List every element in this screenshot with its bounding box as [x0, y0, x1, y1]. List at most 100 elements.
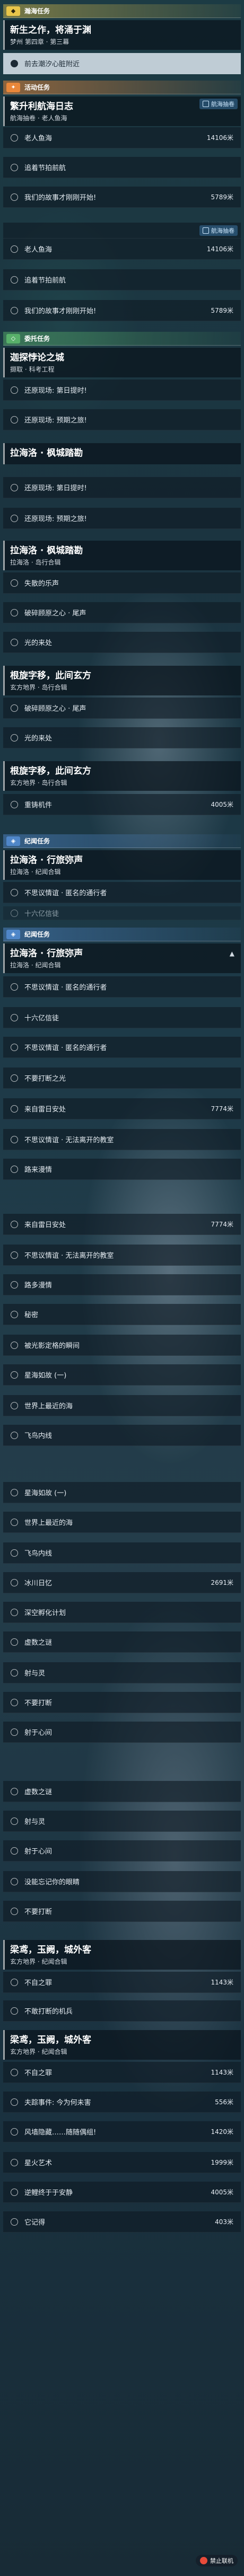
quest-header[interactable]: 拉海洛 · 枫城踏勘 拉海洛 · 岛行合辑: [3, 541, 241, 570]
quest-step-row[interactable]: 冰川日忆 2691米: [3, 1572, 241, 1593]
quest-step-row[interactable]: 不敢打断的机兵: [3, 2000, 241, 2022]
quest-step-row[interactable]: 星火艺术 1999米: [3, 2152, 241, 2173]
quest-step-row[interactable]: 失散的乐声: [3, 572, 241, 594]
quest-step-row[interactable]: 虚数之谜: [3, 1631, 241, 1653]
quest-step-row[interactable]: 不自之罪 1143米: [3, 2062, 241, 2083]
quest-step-row[interactable]: 不思议情谊 · 匿名的通行者: [3, 1037, 241, 1058]
quest-title: 拉海洛 · 枫城踏勘: [10, 545, 83, 556]
quest-step-row[interactable]: 追着节拍前航: [3, 269, 241, 290]
quest-step-row[interactable]: 逆鲤终于于安静 4005米: [3, 2182, 241, 2203]
step-marker-icon: [11, 888, 18, 896]
step-marker-icon: [11, 1165, 18, 1173]
quest-step-row[interactable]: 老人鱼海 14106米: [3, 127, 241, 148]
quest-step-row[interactable]: 来自雷日安处 7774米: [3, 1098, 241, 1119]
quest-step-row[interactable]: 射与灵: [3, 1811, 241, 1832]
quest-title: 梁鸢，玉阙，城外客: [10, 2035, 91, 2045]
quest-step-row[interactable]: 还原现场: 预期之旅!: [3, 409, 241, 430]
quest-step-row[interactable]: 前去潮汐心脏附近: [3, 53, 241, 74]
quest-step-row[interactable]: 虚数之谜: [3, 1781, 241, 1802]
multiplayer-disabled-badge: 禁止联机: [196, 2555, 238, 2566]
quest-step-row[interactable]: 秘密: [3, 1304, 241, 1325]
quest-step-row[interactable]: 十六亿信徒: [3, 906, 241, 920]
category-bar-commission[interactable]: ◇ 委托任务: [3, 332, 241, 346]
quest-header[interactable]: 迦探悖论之城 撷取 · 科考工程: [3, 348, 241, 377]
quest-step-row[interactable]: 路来漫情: [3, 1159, 241, 1180]
step-marker-icon: [11, 1135, 18, 1143]
quest-step-row[interactable]: 来自雷日安处 7774米: [3, 1214, 241, 1235]
quest-step-row[interactable]: 不要打断之光: [3, 1068, 241, 1089]
quest-step-row[interactable]: 光的来处: [3, 727, 241, 748]
distance-label: 5789米: [211, 307, 233, 314]
step-marker-icon: [11, 1549, 18, 1557]
quest-step-row[interactable]: 星海如故 (一): [3, 1364, 241, 1386]
track-button[interactable]: 航海抽卷: [199, 99, 238, 109]
quest-step-row[interactable]: 航海抽卷: [3, 223, 241, 239]
no-multiplayer-icon: [200, 2557, 207, 2564]
step-marker-icon: [11, 514, 18, 522]
quest-step-row[interactable]: 追着节拍前航: [3, 157, 241, 178]
category-bar-main[interactable]: ◆ 瀚海任务: [3, 4, 241, 18]
quest-step-row[interactable]: 我们的故事才刚刚开始! 5789米: [3, 300, 241, 321]
distance-label: 1143米: [211, 1979, 233, 1986]
quest-header[interactable]: 根旋字移，此间玄方 玄方地界 · 岛行合辑: [3, 666, 241, 695]
category-bar-event[interactable]: ✦ 活动任务: [3, 81, 241, 94]
quest-step-row[interactable]: 破碎顾原之心 · 尾声: [3, 698, 241, 719]
quest-step-row[interactable]: 没能忘记你的眼睛: [3, 1871, 241, 1892]
quest-step-row[interactable]: 夫踪事件: 今为何未害 556米: [3, 2092, 241, 2113]
step-label: 前去潮汐心脏附近: [24, 60, 80, 68]
quest-step-row[interactable]: 飞鸟内线: [3, 1542, 241, 1564]
step-marker-icon: [11, 1074, 18, 1082]
category-bar-lore[interactable]: ◈ 纪闻任务: [3, 834, 241, 848]
quest-header[interactable]: 梁鸢，玉阙，城外客 玄方地界 · 纪闻合辑: [3, 2030, 241, 2060]
quest-subtitle: 玄方地界 · 纪闻合辑: [10, 2048, 67, 2055]
quest-step-row[interactable]: 风墙隐藏……随随偶组! 1420米: [3, 2121, 241, 2142]
quest-step-row[interactable]: 我们的故事才刚刚开始! 5789米: [3, 187, 241, 208]
quest-header[interactable]: 梁鸢，玉阙，城外客 玄方地界 · 纪闻合辑: [3, 1940, 241, 1970]
quest-step-row[interactable]: 老人鱼海 14106米: [3, 239, 241, 260]
quest-header[interactable]: 繁升利航海日志 航海抽卷 · 老人鱼海 航海抽卷: [3, 96, 241, 126]
category-bar-lore[interactable]: ◈ 纪闻任务: [3, 928, 241, 941]
chevron-up-icon[interactable]: ▲: [230, 950, 234, 957]
quest-step-row[interactable]: 不思议情谊 · 无法离开的教室: [3, 1129, 241, 1150]
quest-header[interactable]: 根旋字移，此间玄方 玄方地界 · 岛行合辑: [3, 761, 241, 791]
quest-step-row[interactable]: 十六亿信徒: [3, 1007, 241, 1028]
step-marker-icon: [11, 734, 18, 742]
quest-step-row[interactable]: 光的来处: [3, 632, 241, 653]
step-marker-icon: [11, 2098, 18, 2106]
quest-step-row[interactable]: 破碎顾原之心 · 尾声: [3, 602, 241, 623]
quest-step-row[interactable]: 深空孵化计划: [3, 1602, 241, 1623]
quest-step-row[interactable]: 世界上最近的海: [3, 1512, 241, 1533]
category-label: 纪闻任务: [24, 931, 50, 938]
quest-title: 拉海洛 · 枫城踏勘: [10, 448, 83, 458]
distance-label: 7774米: [211, 1105, 233, 1113]
quest-step-row[interactable]: 飞鸟内线: [3, 1425, 241, 1446]
quest-header[interactable]: 拉海洛 · 行旅弥声 拉海洛 · 纪闻合辑 ▲: [3, 943, 241, 973]
quest-step-row[interactable]: 世界上最近的海: [3, 1395, 241, 1416]
quest-step-row[interactable]: 重铸机件 4005米: [3, 794, 241, 815]
quest-step-row[interactable]: 它记得 403米: [3, 2211, 241, 2233]
quest-step-row[interactable]: 不要打断: [3, 1692, 241, 1713]
quest-step-row[interactable]: 还原现场: 第日提时!: [3, 380, 241, 401]
quest-step-row[interactable]: 被光影定格的瞬间: [3, 1335, 241, 1356]
quest-title: 拉海洛 · 行旅弥声: [10, 855, 83, 866]
quest-step-row[interactable]: 不思议情谊 · 匿名的通行者: [3, 882, 241, 903]
quest-subtitle: 玄方地界 · 岛行合辑: [10, 779, 67, 787]
quest-step-row[interactable]: 射于心间: [3, 1722, 241, 1743]
quest-header[interactable]: 新生之作，将涌于渊 梦州 第四章 · 第三幕: [3, 20, 241, 50]
quest-step-row[interactable]: 射与灵: [3, 1662, 241, 1683]
quest-step-row[interactable]: 星海如故 (一): [3, 1482, 241, 1503]
track-button[interactable]: 航海抽卷: [199, 225, 238, 236]
quest-step-row[interactable]: 不思议情谊 · 无法离开的教室: [3, 1245, 241, 1266]
quest-step-row[interactable]: 路多漫情: [3, 1274, 241, 1295]
lore-quest-icon: ◈: [6, 836, 20, 846]
quest-step-row[interactable]: 不思议情谊 · 匿名的通行者: [3, 976, 241, 998]
quest-step-row[interactable]: 还原现场: 预期之旅!: [3, 508, 241, 529]
quest-header[interactable]: 拉海洛 · 枫城踏勘: [3, 443, 241, 464]
quest-step-row[interactable]: 射于心间: [3, 1840, 241, 1862]
quest-step-row[interactable]: 还原现场: 第日提时!: [3, 477, 241, 498]
quest-step-row[interactable]: 不要打断: [3, 1901, 241, 1922]
quest-subtitle: 撷取 · 科考工程: [10, 366, 55, 373]
quest-subtitle: 航海抽卷 · 老人鱼海: [10, 114, 67, 122]
quest-header[interactable]: 拉海洛 · 行旅弥声 拉海洛 · 纪闻合辑: [3, 850, 241, 880]
quest-step-row[interactable]: 不自之罪 1143米: [3, 1972, 241, 1993]
